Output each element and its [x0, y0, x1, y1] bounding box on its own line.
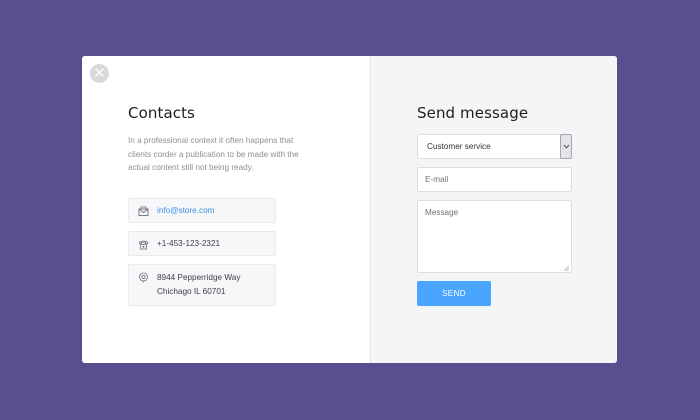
- mail-icon: [137, 205, 149, 217]
- send-button[interactable]: SEND: [417, 281, 491, 306]
- phone-icon: [137, 238, 149, 250]
- contacts-panel: Contacts In a professional context it of…: [82, 56, 370, 363]
- message-textarea[interactable]: Message: [417, 200, 572, 273]
- message-panel: Send message Customer service E-mail Mes…: [370, 56, 617, 363]
- resize-handle-icon[interactable]: [563, 264, 570, 272]
- contact-phone: +1-453-123-2321: [128, 231, 276, 256]
- contacts-description: In a professional context it often happe…: [128, 136, 299, 172]
- phone-number: +1-453-123-2321: [157, 239, 221, 248]
- message-title: Send message: [417, 104, 529, 122]
- contact-email: info@store.com: [128, 198, 276, 223]
- email-placeholder: E-mail: [425, 175, 449, 184]
- close-button[interactable]: [90, 64, 109, 83]
- location-icon: [137, 271, 149, 283]
- chevron-down-icon: [563, 142, 570, 151]
- message-placeholder: Message: [425, 208, 459, 217]
- address-line-1: 8944 Pepperridge Way: [157, 273, 241, 282]
- close-icon: [94, 65, 105, 83]
- email-link[interactable]: info@store.com: [157, 206, 214, 215]
- email-field[interactable]: E-mail: [417, 167, 572, 192]
- department-select[interactable]: Customer service: [417, 134, 572, 159]
- contacts-title: Contacts: [128, 104, 195, 122]
- contact-modal: Contacts In a professional context it of…: [82, 56, 617, 363]
- department-selected-value: Customer service: [427, 142, 491, 151]
- address-line-2: Chichago IL 60701: [157, 286, 226, 296]
- select-arrow-button[interactable]: [560, 134, 572, 159]
- address-text: 8944 Pepperridge Way Chichago IL 60701: [157, 271, 240, 298]
- contact-address: 8944 Pepperridge Way Chichago IL 60701: [128, 264, 276, 306]
